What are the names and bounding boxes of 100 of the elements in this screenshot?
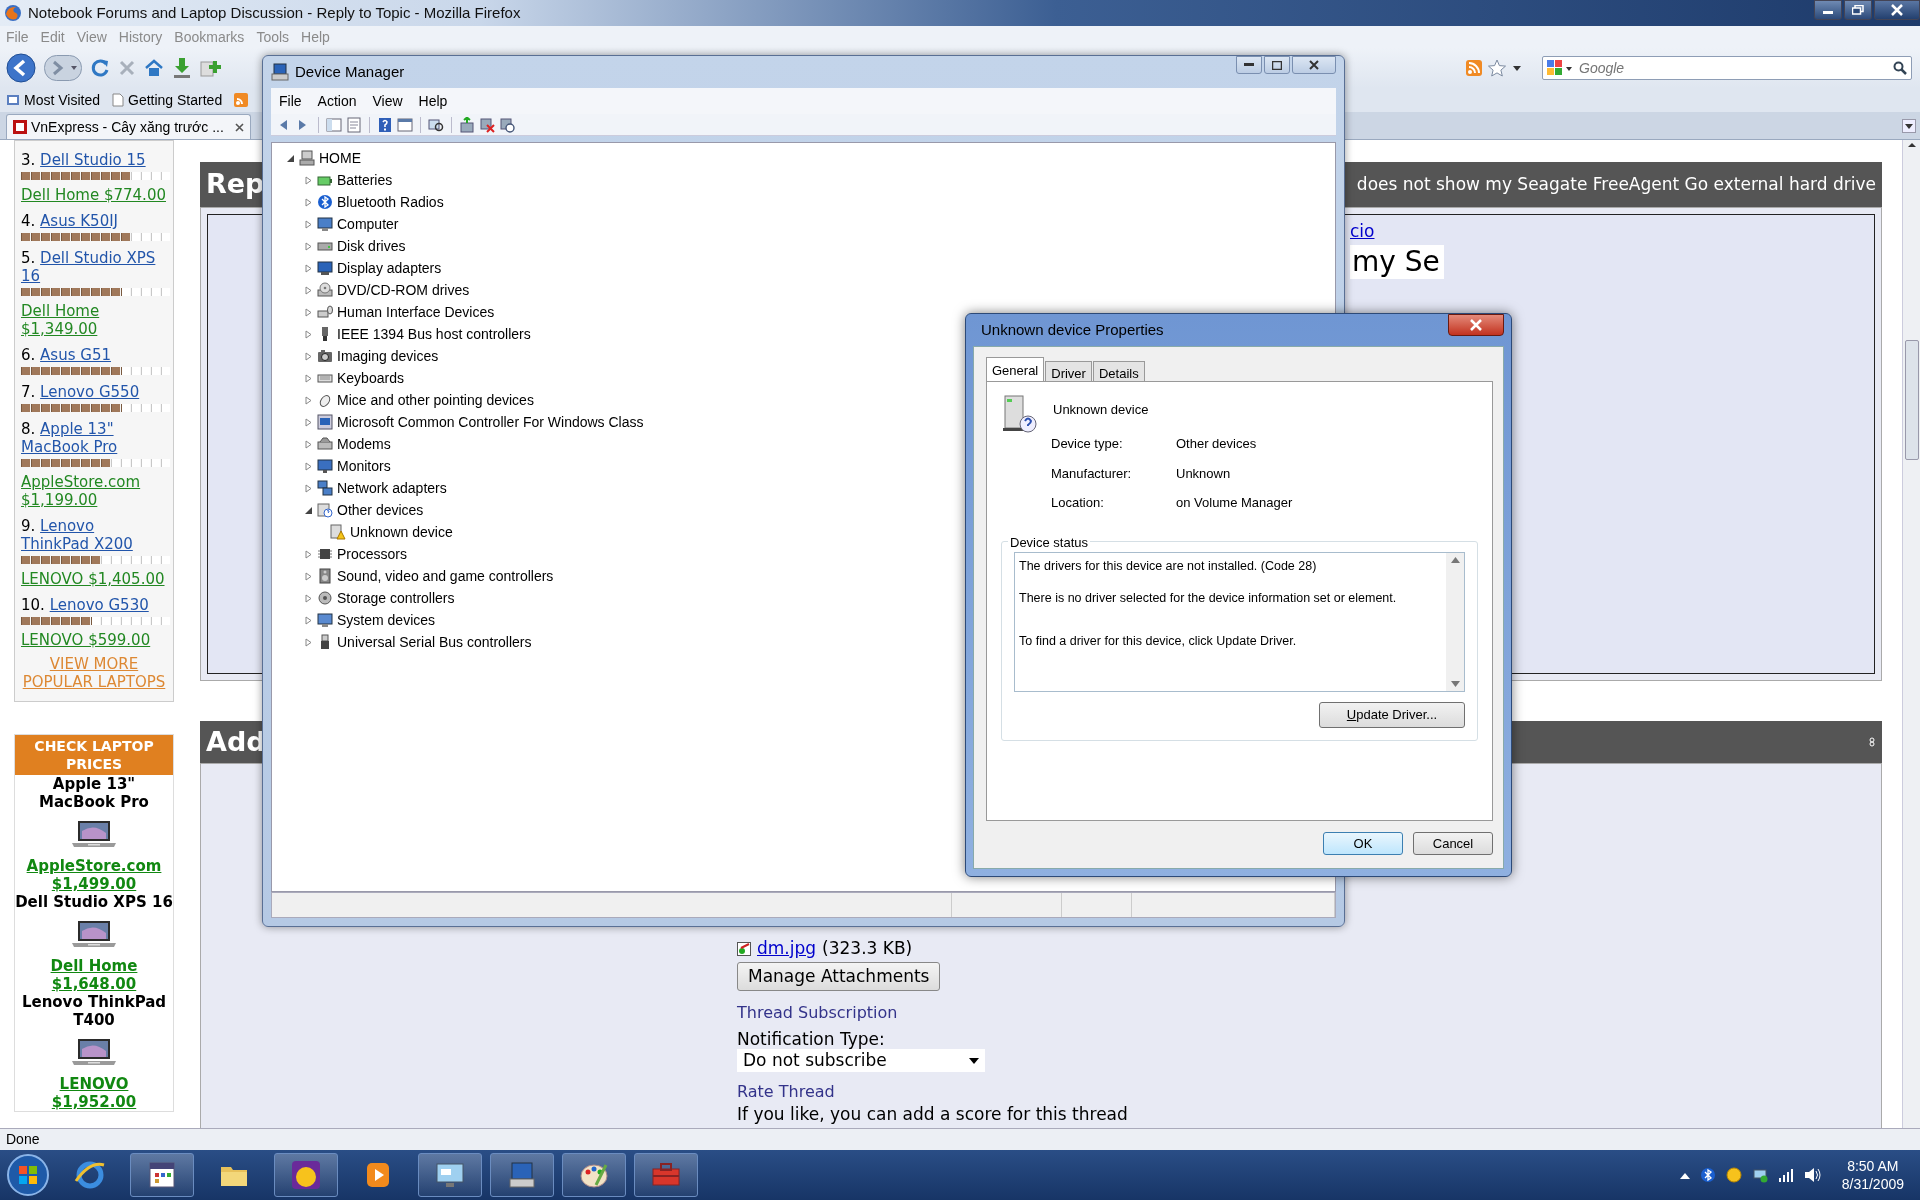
rss-icon[interactable] (234, 93, 249, 107)
tree-item[interactable]: Monitors (337, 455, 391, 477)
price-link[interactable]: Dell Home $774.00 (21, 186, 167, 204)
taskbar-button[interactable] (562, 1153, 626, 1197)
store-price-link[interactable]: LENOVO $1,952.00 (15, 1075, 173, 1111)
star-icon[interactable] (1488, 59, 1506, 77)
dialog-button[interactable]: OK (1323, 832, 1403, 855)
expand-arrow-icon[interactable] (304, 307, 313, 317)
tree-item[interactable]: Human Interface Devices (337, 301, 495, 323)
maximize-button[interactable] (1844, 0, 1872, 20)
tree-item[interactable]: Keyboards (337, 367, 404, 389)
close-button[interactable] (1874, 0, 1920, 20)
tree-item[interactable]: HOME (319, 147, 361, 169)
collapse-arrow-icon[interactable] (304, 505, 313, 515)
update-driver-button[interactable]: Update Driver... (1319, 701, 1465, 728)
price-link[interactable]: Dell Home $1,349.00 (21, 302, 167, 338)
tree-item[interactable]: Imaging devices (337, 345, 439, 367)
back-icon[interactable] (6, 53, 36, 83)
reload-icon[interactable] (90, 58, 110, 78)
minimize-button[interactable] (1814, 0, 1842, 20)
ranked-laptop-link[interactable]: 8. Apple 13" MacBook Pro (21, 420, 167, 456)
expand-arrow-icon[interactable] (304, 417, 313, 427)
dialog-button[interactable]: Cancel (1413, 832, 1493, 855)
menu-item[interactable]: File (279, 90, 302, 112)
tree-item[interactable]: Batteries (337, 169, 393, 191)
taskbar-button[interactable] (274, 1153, 338, 1197)
expand-arrow-icon[interactable] (304, 241, 313, 251)
expand-arrow-icon[interactable] (304, 219, 313, 229)
expand-arrow-icon[interactable] (304, 615, 313, 625)
messenger-status-icon[interactable] (1725, 1167, 1742, 1183)
expand-arrow-icon[interactable] (304, 285, 313, 295)
bookmark-link[interactable]: Getting Started (128, 89, 223, 111)
ranked-laptop-link[interactable]: 10. Lenovo G530 (21, 596, 167, 614)
console-tree-icon[interactable] (326, 116, 342, 133)
tab-list-icon[interactable] (1902, 118, 1916, 133)
tree-item[interactable]: Network adapters (337, 477, 447, 499)
scan-icon[interactable] (428, 116, 444, 133)
expand-arrow-icon[interactable] (304, 351, 313, 361)
minimize-button[interactable] (1236, 56, 1262, 74)
bookmark-link[interactable]: Most Visited (24, 89, 100, 111)
tree-item[interactable]: Microsoft Common Controller For Windows Class (337, 411, 644, 433)
ranked-laptop-link[interactable]: 9. Lenovo ThinkPad X200 (21, 517, 167, 553)
help-icon[interactable] (377, 116, 393, 133)
tree-item[interactable]: Disk drives (337, 235, 406, 257)
tree-item[interactable]: Other devices (337, 499, 424, 521)
ranked-laptop-link[interactable]: 7. Lenovo G550 (21, 383, 167, 401)
tree-item[interactable]: IEEE 1394 Bus host controllers (337, 323, 531, 345)
taskbar-button[interactable] (490, 1153, 554, 1197)
ranked-laptop-link[interactable]: 4. Asus K50IJ (21, 212, 167, 230)
taskbar-button[interactable] (418, 1153, 482, 1197)
close-icon[interactable] (235, 122, 244, 132)
price-link[interactable]: LENOVO $1,405.00 (21, 570, 167, 588)
tab[interactable]: Driver (1045, 361, 1092, 382)
rss-icon[interactable] (1466, 60, 1482, 76)
tree-item[interactable]: Bluetooth Radios (337, 191, 444, 213)
expand-arrow-icon[interactable] (304, 461, 313, 471)
forward-icon[interactable] (44, 55, 82, 81)
tree-item[interactable]: Universal Serial Bus controllers (337, 631, 532, 653)
expand-arrow-icon[interactable] (304, 395, 313, 405)
browser-tab[interactable]: VnExpress - Cây xăng trước ... (6, 114, 251, 139)
tree-item[interactable]: DVD/CD-ROM drives (337, 279, 470, 301)
window-icon[interactable] (397, 116, 413, 133)
expand-arrow-icon[interactable] (304, 329, 313, 339)
ranked-laptop-link[interactable]: 5. Dell Studio XPS 16 (21, 249, 167, 285)
tree-item[interactable]: System devices (337, 609, 436, 631)
ranked-laptop-link[interactable]: 3. Dell Studio 15 (21, 151, 167, 169)
close-button[interactable] (1448, 314, 1504, 336)
expand-arrow-icon[interactable] (304, 373, 313, 383)
menu-item[interactable]: View (372, 90, 403, 112)
tree-item[interactable]: Unknown device (350, 521, 453, 543)
show-hidden-icons-icon[interactable] (1679, 1171, 1690, 1179)
price-link[interactable]: AppleStore.com $1,199.00 (21, 473, 167, 509)
maximize-button[interactable] (1264, 56, 1290, 74)
tree-item[interactable]: Display adapters (337, 257, 442, 279)
tab[interactable]: General (986, 357, 1045, 382)
price-link[interactable]: LENOVO $599.00 (21, 631, 167, 649)
expand-arrow-icon[interactable] (304, 175, 313, 185)
tree-item[interactable]: Modems (337, 433, 391, 455)
menu-item[interactable]: Action (317, 90, 357, 112)
attachment-link[interactable]: dm.jpg (757, 936, 817, 962)
browser-icon[interactable] (74, 1159, 106, 1191)
expand-arrow-icon[interactable] (304, 439, 313, 449)
collapse-arrow-icon[interactable] (286, 153, 295, 163)
bluetooth-icon[interactable] (1699, 1167, 1716, 1183)
ranked-laptop-link[interactable]: 6. Asus G51 (21, 346, 167, 364)
update-driver-icon[interactable] (459, 116, 475, 133)
menu-item[interactable]: Help (418, 90, 448, 112)
tree-item[interactable]: Mice and other pointing devices (337, 389, 534, 411)
expand-arrow-icon[interactable] (304, 637, 313, 647)
tree-item[interactable]: Storage controllers (337, 587, 455, 609)
expand-arrow-icon[interactable] (304, 571, 313, 581)
home-icon[interactable] (144, 58, 164, 78)
taskbar-button[interactable] (130, 1153, 194, 1197)
volume-icon[interactable] (1803, 1167, 1822, 1183)
user-link[interactable]: cio (1350, 219, 1375, 245)
expand-arrow-icon[interactable] (304, 483, 313, 493)
start-button[interactable] (6, 1153, 50, 1197)
expand-arrow-icon[interactable] (304, 263, 313, 273)
tree-item[interactable]: Computer (337, 213, 399, 235)
manage-attachments-button[interactable]: Manage Attachments (737, 961, 941, 991)
